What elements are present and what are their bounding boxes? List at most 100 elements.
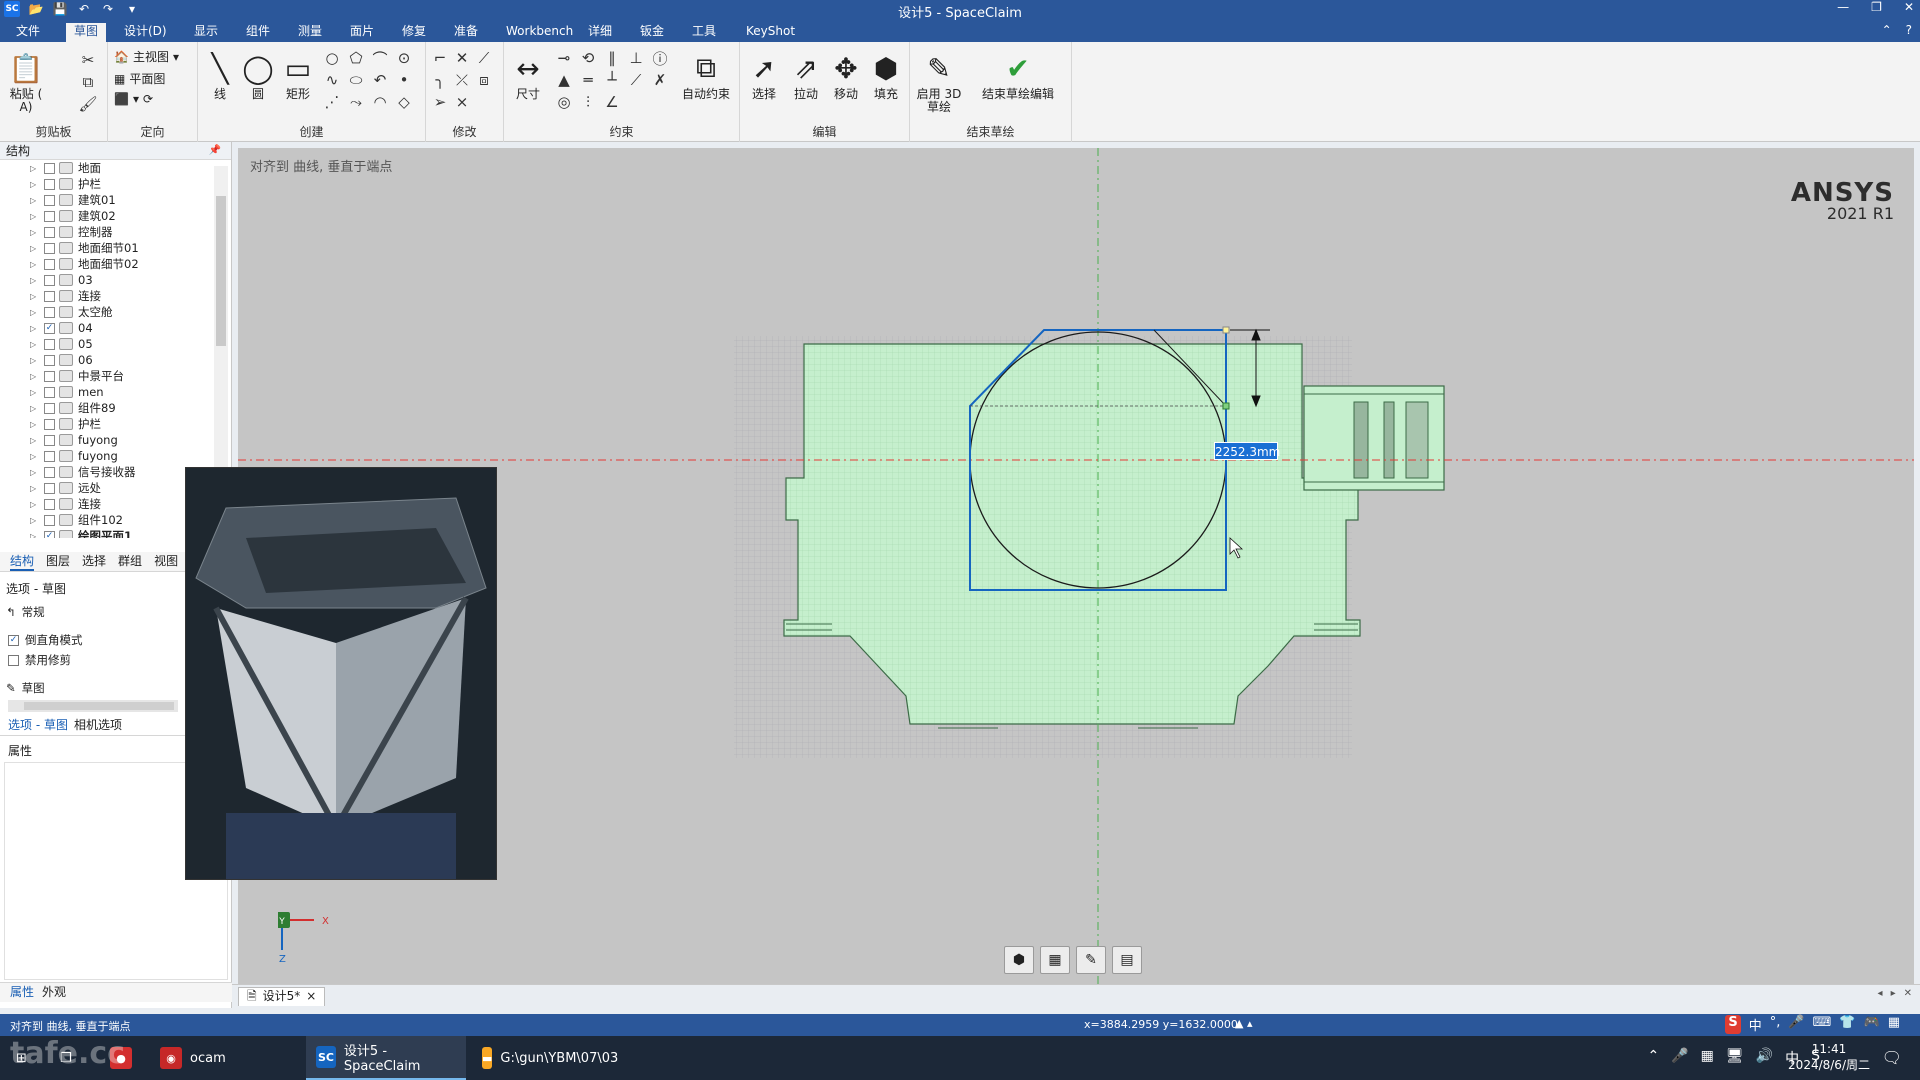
visibility-checkbox[interactable] xyxy=(44,482,55,494)
spline-icon[interactable]: ∿ xyxy=(322,70,342,90)
options-scrollbar[interactable] xyxy=(8,700,178,712)
expand-icon[interactable]: ▷ xyxy=(30,340,40,349)
section-mode-icon[interactable]: ▤ xyxy=(1112,946,1142,974)
dimension-button[interactable]: ↔ 尺寸 xyxy=(506,48,550,101)
expand-icon[interactable]: ▷ xyxy=(30,388,40,397)
tree-item[interactable]: ▷ fuyong xyxy=(0,448,218,464)
coincident-icon[interactable]: ⊸ xyxy=(554,48,574,68)
tree-item[interactable]: ▷ 03 xyxy=(0,272,218,288)
expand-icon[interactable]: ▷ xyxy=(30,452,40,461)
view-cube-button[interactable]: ⬛ ▾ ⟳ xyxy=(114,92,153,106)
corner-icon[interactable]: ⨯ xyxy=(452,92,472,112)
expand-icon[interactable]: ▷ xyxy=(30,436,40,445)
enable-3d-sketch-button[interactable]: ✎ 启用 3D 草绘 xyxy=(914,48,964,114)
extend-icon[interactable]: ➢ xyxy=(430,92,450,112)
move-button[interactable]: ✥ 移动 xyxy=(824,48,868,101)
visibility-checkbox[interactable] xyxy=(44,402,55,414)
doc-tab-design5[interactable]: 🗎 设计5* × xyxy=(238,987,326,1006)
tab-next-icon[interactable]: ▸ xyxy=(1891,988,1896,999)
expand-icon[interactable]: ▷ xyxy=(30,420,40,429)
visibility-checkbox[interactable] xyxy=(44,370,55,382)
tab-assembly[interactable]: 组件 xyxy=(238,23,278,42)
tab-keyshot[interactable]: KeyShot xyxy=(738,23,803,42)
dimension-input[interactable]: 2252.3mm xyxy=(1214,442,1280,460)
tab-measure[interactable]: 测量 xyxy=(290,23,330,42)
visibility-checkbox[interactable]: ✓ xyxy=(44,322,55,334)
visibility-checkbox[interactable] xyxy=(44,210,55,222)
tab-camera-options[interactable]: 相机选项 xyxy=(74,716,122,735)
point-icon[interactable]: • xyxy=(394,70,414,90)
scroll-thumb[interactable] xyxy=(216,196,226,346)
offset-icon[interactable]: ⟋ xyxy=(474,48,494,68)
restore-icon[interactable]: ❐ xyxy=(1871,0,1882,14)
endpoint-handle[interactable] xyxy=(1222,402,1230,410)
visibility-checkbox[interactable] xyxy=(44,354,55,366)
tree-item[interactable]: ▷ 地面细节02 xyxy=(0,256,218,272)
pull-button[interactable]: ⇗ 拉动 xyxy=(784,48,828,101)
expand-icon[interactable]: ▷ xyxy=(30,164,40,173)
tab-sheet-metal[interactable]: 钣金 xyxy=(632,23,672,42)
tree-item[interactable]: ▷ 05 xyxy=(0,336,218,352)
pin-icon[interactable]: 📌 xyxy=(209,142,221,160)
visibility-checkbox[interactable] xyxy=(44,466,55,478)
tree-item[interactable]: ▷ 中景平台 xyxy=(0,368,218,384)
close-icon[interactable]: ✕ xyxy=(1904,0,1914,14)
tangent-circle-icon[interactable]: ⊙ xyxy=(394,48,414,68)
tab-layers[interactable]: 图层 xyxy=(46,552,70,571)
help-icon[interactable]: ? xyxy=(1906,23,1912,37)
curve-icon[interactable]: ⤳ xyxy=(346,92,366,112)
info-icon[interactable]: ⓘ xyxy=(650,48,670,68)
chamfer-mode-checkbox[interactable]: ✓ 倒直角模式 xyxy=(8,632,83,648)
apps-icon[interactable]: ▦ xyxy=(1701,1048,1714,1068)
fill-button[interactable]: ⬢ 填充 xyxy=(864,48,908,101)
visibility-checkbox[interactable] xyxy=(44,514,55,526)
fix-icon[interactable]: ▲ xyxy=(554,70,574,90)
expand-icon[interactable]: ▷ xyxy=(30,356,40,365)
tree-item[interactable]: ▷ 护栏 xyxy=(0,176,218,192)
expand-icon[interactable]: ▷ xyxy=(30,532,40,539)
expand-icon[interactable]: ▷ xyxy=(30,212,40,221)
ellipse-icon[interactable]: ⬭ xyxy=(346,70,366,90)
project-icon[interactable]: ⧈ xyxy=(474,70,494,90)
collapse-ribbon-icon[interactable]: ⌃ xyxy=(1882,23,1892,37)
minimize-icon[interactable]: — xyxy=(1837,0,1849,14)
visibility-checkbox[interactable] xyxy=(44,178,55,190)
tab-sketch-options[interactable]: 选项 - 草图 xyxy=(8,716,68,735)
tab-properties[interactable]: 属性 xyxy=(10,983,34,1002)
microphone-icon[interactable]: 🎤 xyxy=(1788,1015,1804,1034)
tab-views[interactable]: 视图 xyxy=(154,552,178,571)
visibility-checkbox[interactable] xyxy=(44,338,55,350)
tree-item[interactable]: ▷ 护栏 xyxy=(0,416,218,432)
sweep-arc-icon[interactable]: ↶ xyxy=(370,70,390,90)
scroll-thumb[interactable] xyxy=(24,702,174,710)
midpoint-icon[interactable]: ⫶ xyxy=(578,92,598,112)
expand-icon[interactable]: ▷ xyxy=(30,308,40,317)
endpoint-handle[interactable] xyxy=(1222,326,1230,334)
expand-icon[interactable]: ▷ xyxy=(30,516,40,525)
three-point-circle-icon[interactable]: ○ xyxy=(322,48,342,68)
tab-display[interactable]: 显示 xyxy=(186,23,226,42)
fillet-icon[interactable]: ╮ xyxy=(430,70,450,90)
equal-icon[interactable]: ═ xyxy=(578,70,598,90)
tab-design[interactable]: 设计(D) xyxy=(116,23,175,42)
paste-button[interactable]: 📋 粘贴 ( A) xyxy=(4,48,48,114)
tree-item[interactable]: ▷ 控制器 xyxy=(0,224,218,240)
tab-detail[interactable]: 详细 xyxy=(580,23,620,42)
visibility-checkbox[interactable] xyxy=(44,258,55,270)
tab-prepare[interactable]: 准备 xyxy=(446,23,486,42)
volume-icon[interactable]: 🔊 xyxy=(1756,1048,1773,1068)
visibility-checkbox[interactable] xyxy=(44,498,55,510)
selection-filter-icon[interactable]: ▲ ▴ xyxy=(1235,1017,1252,1030)
expand-icon[interactable]: ▷ xyxy=(30,484,40,493)
solid-view-icon[interactable]: ⬢ xyxy=(1004,946,1034,974)
close-icon[interactable]: ✕ xyxy=(1904,988,1912,999)
tab-repair[interactable]: 修复 xyxy=(394,23,434,42)
microphone-icon[interactable]: 🎤 xyxy=(1671,1048,1688,1068)
tab-appearance[interactable]: 外观 xyxy=(42,983,66,1002)
visibility-checkbox[interactable] xyxy=(44,306,55,318)
tree-item[interactable]: ▷ 组件89 xyxy=(0,400,218,416)
checkbox-box[interactable]: ✓ xyxy=(8,634,19,646)
auto-constrain-button[interactable]: ⧉ 自动约束 xyxy=(678,48,734,101)
ime-lang[interactable]: 中 xyxy=(1749,1015,1762,1034)
punctuation-icon[interactable]: °, xyxy=(1770,1015,1781,1034)
